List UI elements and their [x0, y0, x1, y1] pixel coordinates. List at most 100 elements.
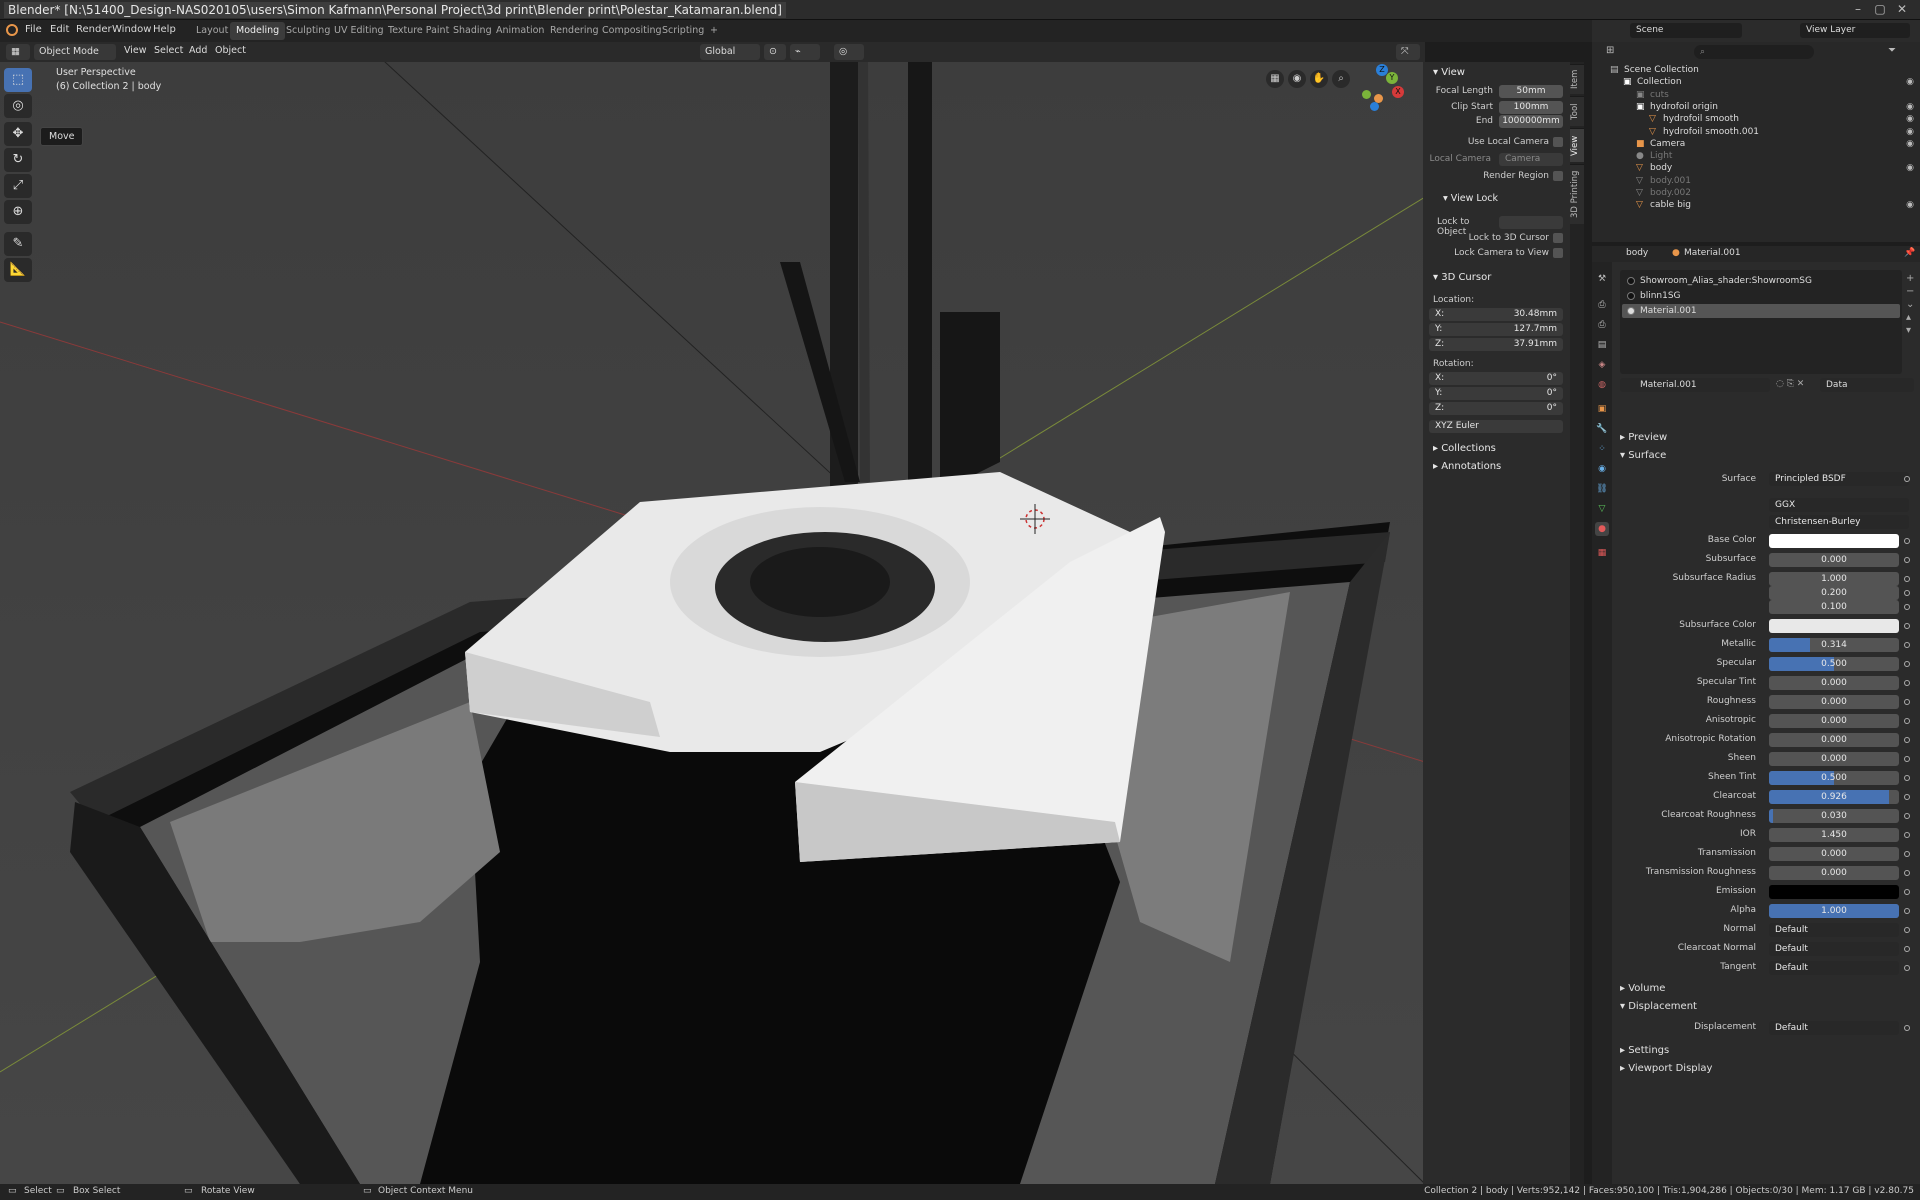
texture-props-icon[interactable]: ▦: [1595, 546, 1609, 560]
3d-cursor-header[interactable]: ▾ 3D Cursor: [1425, 269, 1568, 287]
axis-neg-y[interactable]: [1362, 90, 1371, 99]
particles-props-icon[interactable]: ⁘: [1595, 442, 1609, 456]
value-slider[interactable]: 0.000: [1769, 695, 1899, 709]
gizmo-toggle-icon[interactable]: ⤧: [1396, 44, 1420, 60]
value-slider[interactable]: 0.000: [1769, 714, 1899, 728]
value-slider[interactable]: 0.030: [1769, 809, 1899, 823]
editor-type-icon[interactable]: ▦: [6, 44, 30, 60]
input-dropdown[interactable]: Default: [1769, 961, 1899, 975]
clip-end-field[interactable]: 1000000mm: [1499, 115, 1563, 128]
color-swatch[interactable]: [1769, 534, 1899, 548]
viewport-menu-object[interactable]: Object: [215, 45, 246, 56]
value-slider[interactable]: 0.000: [1769, 733, 1899, 747]
link-dropdown[interactable]: Data: [1820, 378, 1914, 392]
value-slider[interactable]: 0.100: [1769, 600, 1899, 614]
render-props-icon[interactable]: ⎙: [1595, 298, 1609, 312]
color-swatch[interactable]: [1769, 619, 1899, 633]
fake-user-icon[interactable]: ◌ ⎘ ✕: [1776, 379, 1804, 389]
tool-props-icon[interactable]: ⚒: [1595, 272, 1609, 286]
menu-render[interactable]: Render: [76, 24, 112, 35]
material-slot[interactable]: blinn1SG: [1622, 289, 1900, 303]
data-props-icon[interactable]: ▽: [1595, 502, 1609, 516]
world-props-icon[interactable]: ◍: [1595, 378, 1609, 392]
socket-link-icon[interactable]: [1904, 642, 1910, 648]
tab-modeling[interactable]: Modeling: [230, 22, 286, 40]
value-slider[interactable]: 0.926: [1769, 790, 1899, 804]
use-local-camera-checkbox[interactable]: [1553, 137, 1563, 147]
color-swatch[interactable]: [1769, 885, 1899, 899]
value-slider[interactable]: 0.000: [1769, 847, 1899, 861]
menu-file[interactable]: File: [25, 24, 42, 35]
measure-tool[interactable]: 📐: [4, 258, 32, 282]
value-slider[interactable]: 0.000: [1769, 752, 1899, 766]
tab-view[interactable]: View: [1570, 128, 1584, 162]
output-props-icon[interactable]: ⎙: [1595, 318, 1609, 332]
preview-section[interactable]: ▸ Preview: [1612, 429, 1920, 447]
rotate-tool[interactable]: ↻: [4, 148, 32, 172]
displacement-socket-icon[interactable]: [1904, 1025, 1910, 1031]
cursor-tool[interactable]: ◎: [4, 94, 32, 118]
axis-gizmo[interactable]: Z Y X: [1362, 64, 1404, 112]
rot-y-field[interactable]: Y: 0°: [1429, 387, 1563, 400]
socket-link-icon[interactable]: [1904, 538, 1910, 544]
filter-icon[interactable]: ⏷: [1888, 45, 1896, 56]
modifier-props-icon[interactable]: 🔧: [1595, 422, 1609, 436]
surface-section[interactable]: ▾ Surface: [1612, 447, 1920, 465]
material-name-field[interactable]: Material.001: [1620, 378, 1770, 392]
breadcrumb-object[interactable]: body: [1626, 248, 1648, 258]
menu-edit[interactable]: Edit: [50, 24, 69, 35]
menu-help[interactable]: Help: [153, 24, 176, 35]
tab-tool[interactable]: Tool: [1570, 96, 1584, 126]
snap-icon[interactable]: ⌁: [790, 44, 820, 60]
lock-to-object-field[interactable]: [1499, 216, 1563, 229]
axis-y[interactable]: Y: [1386, 72, 1398, 84]
displacement-section[interactable]: ▾ Displacement: [1612, 998, 1920, 1016]
view-lock-header[interactable]: ▾ View Lock: [1435, 190, 1578, 208]
slot-menu-icon[interactable]: ⌄: [1906, 298, 1914, 311]
navigation-gizmo[interactable]: ▦ ◉ ✋ ⌕ Z Y X: [1262, 64, 1422, 124]
viewport-display-section[interactable]: ▸ Viewport Display: [1612, 1060, 1920, 1078]
display-mode-icon[interactable]: ⊞: [1606, 45, 1614, 56]
move-tool[interactable]: ✥: [4, 122, 32, 146]
material-slot[interactable]: Showroom_Alias_shader:ShowroomSG: [1622, 274, 1900, 288]
focal-length-field[interactable]: 50mm: [1499, 85, 1563, 98]
value-slider[interactable]: 0.500: [1769, 771, 1899, 785]
material-slot[interactable]: Material.001: [1622, 304, 1900, 318]
settings-section[interactable]: ▸ Settings: [1612, 1042, 1920, 1060]
rotation-mode-dropdown[interactable]: XYZ Euler: [1429, 420, 1563, 433]
displacement-dropdown[interactable]: Default: [1769, 1021, 1899, 1035]
axis-x[interactable]: X: [1392, 86, 1404, 98]
tab-uv-editing[interactable]: UV Editing: [328, 22, 390, 40]
cursor-y-field[interactable]: Y: 127.7mm: [1429, 323, 1563, 336]
socket-link-icon[interactable]: [1904, 813, 1910, 819]
surface-socket-icon[interactable]: [1904, 476, 1910, 482]
input-dropdown[interactable]: Default: [1769, 942, 1899, 956]
socket-link-icon[interactable]: [1904, 737, 1910, 743]
scene-props-icon[interactable]: ◈: [1595, 358, 1609, 372]
socket-link-icon[interactable]: [1904, 794, 1910, 800]
viewport-menu-select[interactable]: Select: [154, 45, 183, 56]
transform-orientation[interactable]: Global: [700, 44, 760, 60]
socket-link-icon[interactable]: [1904, 604, 1910, 610]
value-slider[interactable]: 0.000: [1769, 866, 1899, 880]
socket-link-icon[interactable]: [1904, 680, 1910, 686]
breadcrumb-material[interactable]: Material.001: [1684, 248, 1741, 258]
view-layer-selector[interactable]: View Layer: [1800, 23, 1910, 38]
cursor-x-field[interactable]: X: 30.48mm: [1429, 308, 1563, 321]
socket-link-icon[interactable]: [1904, 965, 1910, 971]
socket-link-icon[interactable]: [1904, 718, 1910, 724]
rot-z-field[interactable]: Z: 0°: [1429, 402, 1563, 415]
socket-link-icon[interactable]: [1904, 590, 1910, 596]
value-slider[interactable]: 0.000: [1769, 676, 1899, 690]
camera-view-icon[interactable]: ◉: [1288, 70, 1306, 88]
mode-selector[interactable]: Object Mode: [34, 44, 116, 60]
rot-x-field[interactable]: X: 0°: [1429, 372, 1563, 385]
pan-hand-icon[interactable]: ✋: [1310, 70, 1328, 88]
remove-slot-icon[interactable]: −: [1906, 285, 1914, 298]
socket-link-icon[interactable]: [1904, 870, 1910, 876]
socket-link-icon[interactable]: [1904, 699, 1910, 705]
socket-link-icon[interactable]: [1904, 908, 1910, 914]
clip-start-field[interactable]: 100mm: [1499, 101, 1563, 114]
tab-texture-paint[interactable]: Texture Paint: [382, 22, 455, 40]
outliner-search-input[interactable]: ⌕: [1694, 45, 1814, 59]
